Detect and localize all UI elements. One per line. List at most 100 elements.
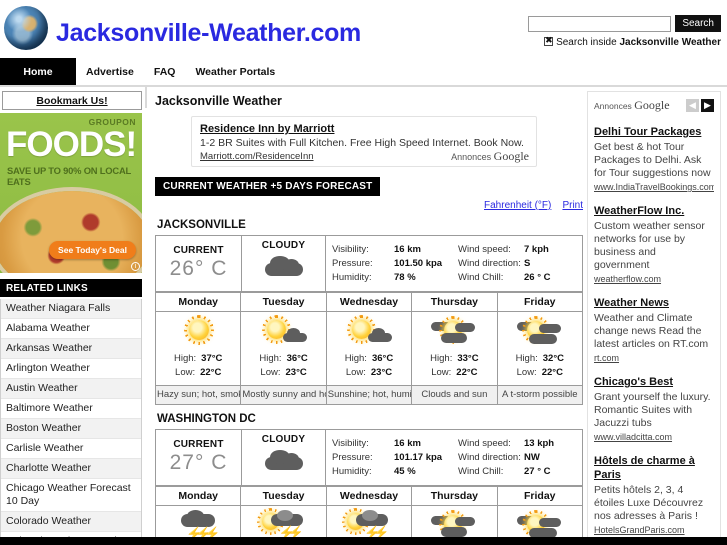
sidebar-ad[interactable]: WeatherFlow Inc. Custom weather sensor n… [594, 204, 714, 284]
list-item[interactable]: Baltimore Weather [1, 399, 141, 419]
list-item[interactable]: Colorado Weather [1, 512, 141, 532]
sidebar-ad[interactable]: Chicago's Best Grant yourself the luxury… [594, 375, 714, 442]
low-label: Low: [175, 367, 196, 378]
forecast-description: Sunshine; hot, humid [325, 385, 413, 405]
list-item[interactable]: Chicago Weather Forecast 10 Day [1, 479, 141, 512]
logo-container [0, 0, 56, 56]
ad-url[interactable]: weatherflow.com [594, 274, 714, 284]
chevron-right-icon[interactable]: ▶ [701, 99, 714, 112]
nav-item-weather-portals[interactable]: Weather Portals [185, 58, 285, 85]
ad-description: Grant yourself the luxury. Romantic Suit… [594, 391, 711, 429]
forecast-day-header-row: Monday Tuesday Wednesday Thursday Friday [154, 486, 584, 506]
wind-direction-label: Wind direction: [458, 451, 521, 463]
low-label: Low: [516, 367, 537, 378]
unit-toggle-row: Fahrenheit (°F) Print [149, 196, 585, 211]
low-value: 22°C [456, 367, 478, 378]
ad-title[interactable]: Delhi Tour Packages [594, 125, 714, 139]
low-value: 22°C [200, 367, 222, 378]
ad-title[interactable]: Weather News [594, 296, 714, 310]
bookmark-us-link[interactable]: Bookmark Us! [2, 91, 142, 110]
site-header: Jacksonville-Weather.com Search Search i… [0, 0, 727, 58]
sidebar-ad[interactable]: Delhi Tour Packages Get best & hot Tour … [594, 125, 714, 192]
forecast-day-name: Wednesday [325, 486, 413, 506]
annonces-text: Annonces [451, 152, 492, 162]
city-name: JACKSONVILLE [157, 219, 246, 231]
ad-url[interactable]: www.IndiaTravelBookings.com/... [594, 182, 714, 192]
ad-description: Custom weather sensor networks for use b… [594, 220, 705, 271]
ad-url[interactable]: rt.com [594, 353, 714, 363]
list-item[interactable]: Arkansas Weather [1, 339, 141, 359]
forecast-table: Monday Tuesday Wednesday Thursday Friday… [154, 292, 584, 405]
search-input[interactable] [528, 15, 672, 32]
pressure-value: 101.50 kpa [394, 257, 443, 269]
ad-title[interactable]: Residence Inn by Marriott [200, 123, 528, 135]
chevron-left-icon[interactable]: ◀ [686, 99, 699, 112]
condition-label: CLOUDY [261, 434, 306, 445]
humidity-label: Humidity: [332, 271, 372, 283]
wind-speed-label: Wind speed: [458, 243, 511, 255]
list-item[interactable]: Alabama Weather [1, 319, 141, 339]
list-item[interactable]: Weather Niagara Falls [1, 299, 141, 319]
sun-cloud-icon [342, 316, 396, 350]
forecast-day-name: Thursday [411, 486, 498, 506]
ad-description: 1-2 BR Suites with Full Kitchen. Free Hi… [200, 137, 524, 149]
nav-item-advertise[interactable]: Advertise [76, 58, 144, 85]
wind-direction-value: S [524, 257, 531, 269]
google-ads-label: Annonces Google [451, 149, 529, 164]
ad-title[interactable]: WeatherFlow Inc. [594, 204, 714, 218]
ad-description: Weather and Climate change news Read the… [594, 312, 709, 350]
city-block-washington-dc: WASHINGTON DC CURRENT 27° C CLOUDY Visib… [154, 409, 584, 545]
visibility-value: 16 km [394, 243, 421, 255]
search-scope-row: Search inside Jacksonville Weather [528, 35, 721, 48]
humidity-value: 45 % [394, 465, 416, 477]
print-link[interactable]: Print [562, 200, 583, 211]
ads-pagination: ◀ ▶ [686, 99, 714, 112]
search-area: Search Search inside Jacksonville Weathe… [528, 15, 721, 48]
current-temperature: 27° C [169, 450, 228, 474]
sidebar-ad[interactable]: Hôtels de charme à Paris Petits hôtels 2… [594, 454, 714, 535]
forecast-day-name: Tuesday [240, 292, 327, 312]
fahrenheit-toggle-link[interactable]: Fahrenheit (°F) [484, 200, 551, 211]
nav-item-home[interactable]: Home [0, 58, 76, 85]
groupon-subheadline: SAVE UP TO 90% ON LOCAL EATS [7, 165, 131, 187]
groupon-cta-button[interactable]: See Today's Deal [49, 241, 136, 259]
sidebar-ad[interactable]: Weather News Weather and Climate change … [594, 296, 714, 363]
sponsored-ad-top[interactable]: Residence Inn by Marriott 1-2 BR Suites … [191, 116, 537, 167]
list-item[interactable]: Charlotte Weather [1, 459, 141, 479]
low-value: 23°C [285, 367, 307, 378]
ad-title[interactable]: Chicago's Best [594, 375, 714, 389]
high-label: High: [173, 353, 197, 364]
humidity-label: Humidity: [332, 465, 372, 477]
list-item[interactable]: Carlisle Weather [1, 439, 141, 459]
wind-speed-value: 13 kph [524, 437, 555, 449]
city-name: WASHINGTON DC [157, 413, 256, 425]
pressure-label: Pressure: [332, 257, 373, 269]
pressure-label: Pressure: [332, 451, 373, 463]
ad-url[interactable]: www.villadcitta.com [594, 432, 714, 442]
list-item[interactable]: Austin Weather [1, 379, 141, 399]
groupon-headline: FOODS! [6, 125, 137, 164]
search-scope-checkbox[interactable] [544, 35, 554, 46]
search-button[interactable]: Search [675, 15, 721, 32]
high-label: High: [259, 353, 282, 364]
ad-description: Petits hôtels 2, 3, 4 étoiles Luxe Décou… [594, 484, 704, 522]
ad-description: Get best & hot Tour Packages to Delhi. A… [594, 141, 711, 179]
right-sidebar: Annonces Google ◀ ▶ Delhi Tour Packages … [585, 87, 723, 544]
high-value: 33°C [457, 353, 479, 364]
forecast-description-row: Hazy sun; hot, smoky Mostly sunny and ho… [154, 385, 584, 405]
forecast-description: Clouds and sun [411, 385, 498, 405]
nav-item-faq[interactable]: FAQ [144, 58, 186, 85]
forecast-day-name: Friday [496, 292, 584, 312]
ad-title[interactable]: Hôtels de charme à Paris [594, 454, 714, 482]
high-value: 37°C [201, 353, 223, 364]
current-details-cell: Visibility: 16 km Pressure: 101.50 kpa Hum… [325, 235, 583, 292]
section-header-bar: CURRENT WEATHER +5 DAYS FORECAST [155, 177, 381, 196]
list-item[interactable]: Boston Weather [1, 419, 141, 439]
wind-speed-value: 7 kph [524, 243, 549, 255]
ad-info-icon[interactable]: i [131, 262, 140, 271]
list-item[interactable]: Arlington Weather [1, 359, 141, 379]
low-label: Low: [345, 367, 366, 378]
groupon-ad-banner[interactable]: GROUPON FOODS! SAVE UP TO 90% ON LOCAL E… [0, 113, 142, 273]
google-ads-label: Annonces Google [594, 98, 670, 113]
ad-url[interactable]: HotelsGrandParis.com [594, 525, 714, 535]
